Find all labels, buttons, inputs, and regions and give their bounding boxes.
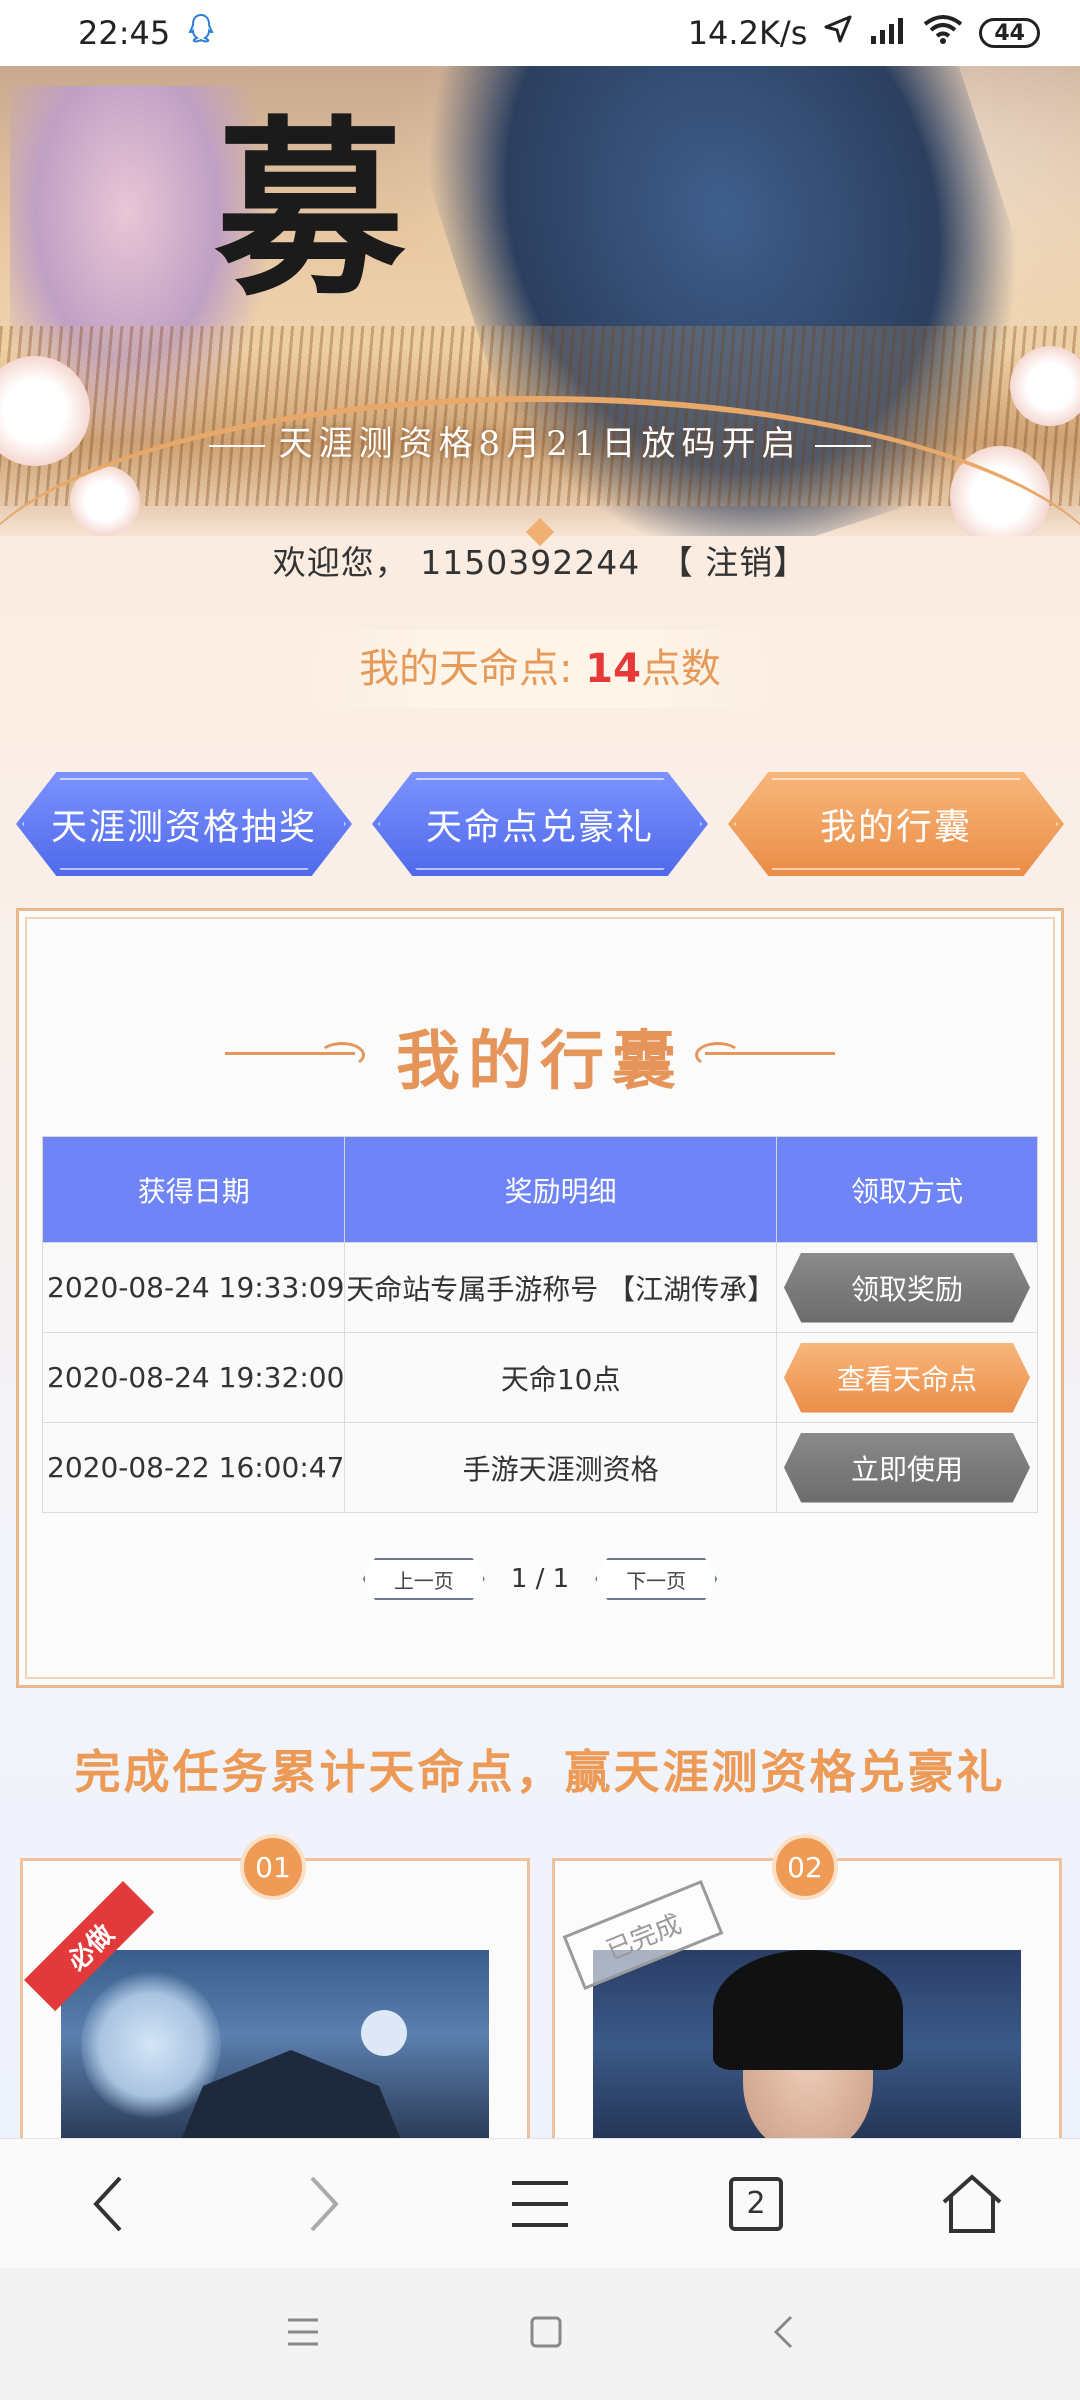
status-time: 22:45: [78, 14, 171, 52]
reward-date: 2020-08-24 19:33:09: [41, 1242, 346, 1333]
table-header-row: 获得日期 奖励明细 领取方式: [41, 1136, 1039, 1243]
table-row: 2020-08-24 19:32:00 天命10点 查看天命点: [41, 1332, 1039, 1423]
tab-label: 天命点兑豪礼: [425, 807, 654, 848]
task-image-character[interactable]: [593, 1950, 1021, 2140]
forward-icon[interactable]: [279, 2159, 369, 2249]
tab-label: 天涯测资格抽奖: [50, 807, 317, 848]
destiny-points: 我的天命点: 14点数: [290, 630, 790, 708]
menu-icon[interactable]: [495, 2159, 585, 2249]
bag-table: 获得日期 奖励明细 领取方式 2020-08-24 19:33:09 天命站专属…: [41, 1136, 1039, 1513]
points-label: 我的天命点:: [359, 646, 573, 692]
moon-illustration: [361, 2010, 407, 2056]
system-nav-bar: [0, 2268, 1080, 2400]
hero-calligraphy: 募: [215, 98, 405, 321]
character-hair-illustration: [713, 1950, 903, 2070]
blossom-decoration: [1010, 346, 1080, 426]
column-header-date: 获得日期: [41, 1136, 346, 1243]
hero-announcement-text: 天涯测资格8月21日放码开启: [278, 424, 802, 464]
next-page-button[interactable]: 下一页: [595, 1558, 718, 1600]
reward-date: 2020-08-22 16:00:47: [41, 1422, 346, 1513]
network-speed: 14.2K/s: [687, 14, 808, 52]
back-icon[interactable]: [63, 2159, 153, 2249]
view-points-button[interactable]: 查看天命点: [783, 1342, 1030, 1413]
hero-announcement: 天涯测资格8月21日放码开启: [0, 416, 1080, 465]
table-row: 2020-08-24 19:33:09 天命站专属手游称号 【江湖传承】 领取奖…: [41, 1242, 1039, 1333]
tab-lottery[interactable]: 天涯测资格抽奖: [16, 772, 352, 876]
tab-points-exchange[interactable]: 天命点兑豪礼: [372, 772, 708, 876]
wifi-icon: [923, 14, 963, 52]
welcome-line: 欢迎您， 1150392244 【 注销】: [0, 536, 1080, 584]
column-header-detail: 奖励明细: [344, 1136, 777, 1243]
status-bar: 22:45 14.2K/s 44: [0, 0, 1080, 66]
welcome-prefix: 欢迎您，: [272, 543, 409, 582]
home-icon[interactable]: [927, 2159, 1017, 2249]
task-image-palace[interactable]: [61, 1950, 489, 2140]
reward-detail: 天命10点: [344, 1332, 777, 1423]
bag-title: 我的行囊: [396, 1024, 684, 1099]
account-number: 1150392244: [420, 543, 641, 582]
battery-indicator: 44: [979, 18, 1040, 48]
task-number-badge: 01: [240, 1834, 306, 1900]
tab-my-bag[interactable]: 我的行囊: [728, 772, 1064, 876]
home-button-icon[interactable]: [530, 2316, 562, 2352]
prev-page-button[interactable]: 上一页: [362, 1558, 485, 1600]
qq-notification-icon: [188, 13, 214, 53]
logout-link[interactable]: 【 注销】: [660, 543, 808, 582]
points-value: 14: [585, 646, 641, 692]
reward-date: 2020-08-24 19:32:00: [41, 1332, 346, 1423]
task-number-badge: 02: [772, 1834, 838, 1900]
recents-icon[interactable]: [286, 2317, 320, 2351]
column-header-method: 领取方式: [775, 1136, 1039, 1243]
table-row: 2020-08-22 16:00:47 手游天涯测资格 立即使用: [41, 1422, 1039, 1513]
reward-detail: 天命站专属手游称号 【江湖传承】: [344, 1242, 777, 1333]
tab-label: 我的行囊: [819, 807, 972, 848]
reward-detail: 手游天涯测资格: [344, 1422, 777, 1513]
tabs-icon[interactable]: 2: [711, 2159, 801, 2249]
tab-count: 2: [746, 2186, 766, 2221]
signal-icon: [869, 14, 907, 52]
claim-reward-button[interactable]: 领取奖励: [783, 1252, 1030, 1323]
system-back-icon[interactable]: [772, 2315, 794, 2353]
hero-banner: 募 天涯测资格8月21日放码开启: [0, 66, 1080, 536]
tasks-heading: 完成任务累计天命点，赢天涯测资格兑豪礼: [74, 1745, 1006, 1799]
page-indicator: 1 / 1: [510, 1564, 570, 1594]
points-unit: 点数: [640, 646, 721, 692]
pagination: 上一页 1 / 1 下一页: [0, 1558, 1080, 1600]
location-icon: [823, 14, 853, 52]
use-now-button[interactable]: 立即使用: [783, 1432, 1030, 1503]
browser-toolbar: 2: [0, 2138, 1080, 2268]
